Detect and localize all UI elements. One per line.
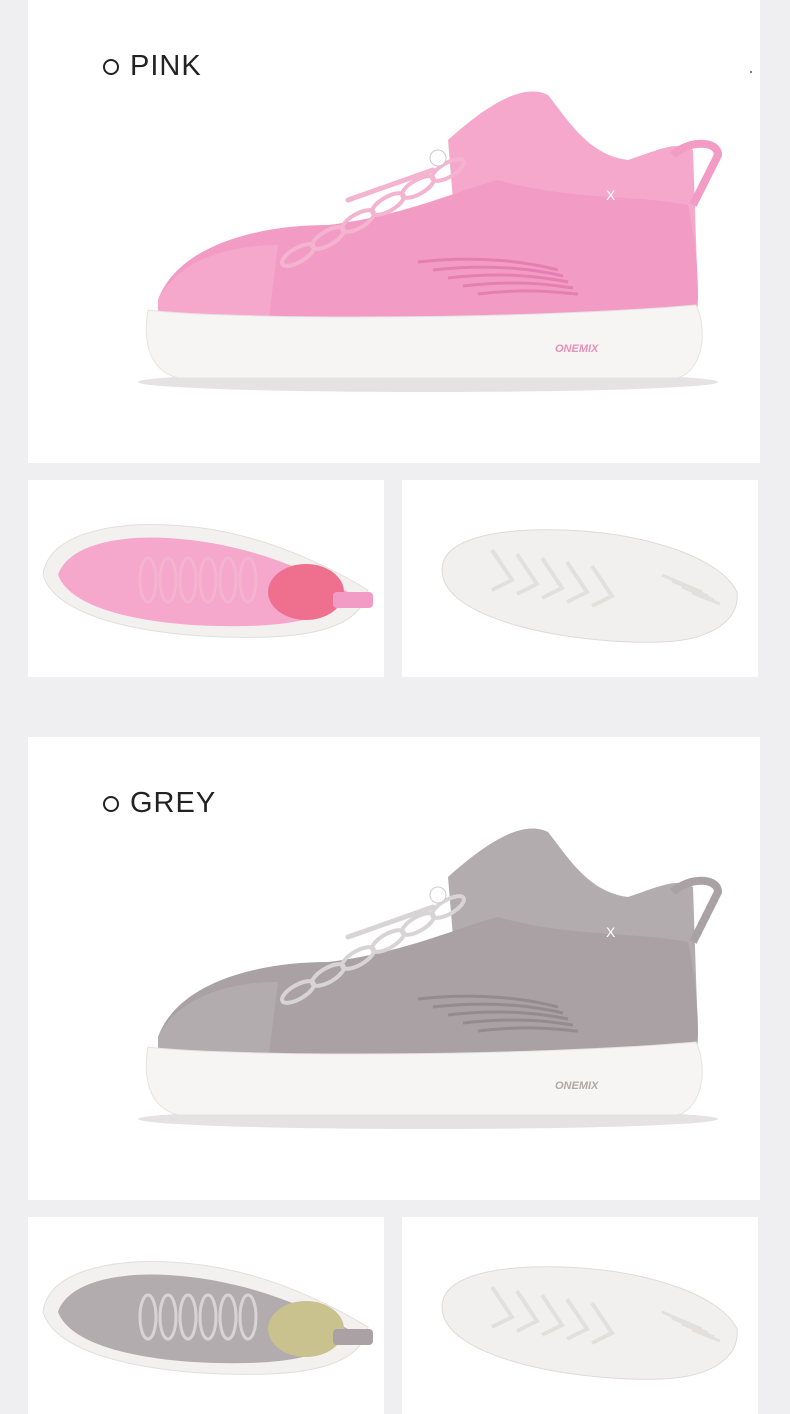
outsole [441, 1266, 738, 1380]
pink-shoe-sole-image [441, 529, 738, 643]
grey-top-panel [28, 1217, 384, 1414]
brand-logo: ONEMIX [555, 343, 599, 355]
lace-toggle [429, 886, 447, 904]
grey-shoe-top-image [42, 1261, 373, 1375]
top-insole [268, 564, 344, 620]
grey-sole-panel [402, 1217, 758, 1414]
heel-pull-tab [333, 1329, 373, 1345]
outsole [441, 529, 738, 643]
pink-top-panel [28, 480, 384, 677]
pink-sole-panel [402, 480, 758, 677]
brand-tag-icon: X [606, 924, 616, 940]
lace-toggle [429, 149, 447, 167]
pink-shoe-top-image [42, 524, 373, 638]
brand-logo: ONEMIX [555, 1080, 599, 1092]
grey-shoe-sole-image [441, 1266, 738, 1380]
pink-main-panel: PINK X ONEMIX [28, 0, 760, 463]
heel-pull-tab [333, 592, 373, 608]
grey-shoe-side-image: X ONEMIX [138, 828, 723, 1129]
pink-shoe-side-image: X ONEMIX [138, 91, 723, 392]
grey-main-panel: GREY X ONEMIX [28, 737, 760, 1200]
brand-tag-icon: X [606, 187, 616, 203]
top-insole [268, 1301, 344, 1357]
